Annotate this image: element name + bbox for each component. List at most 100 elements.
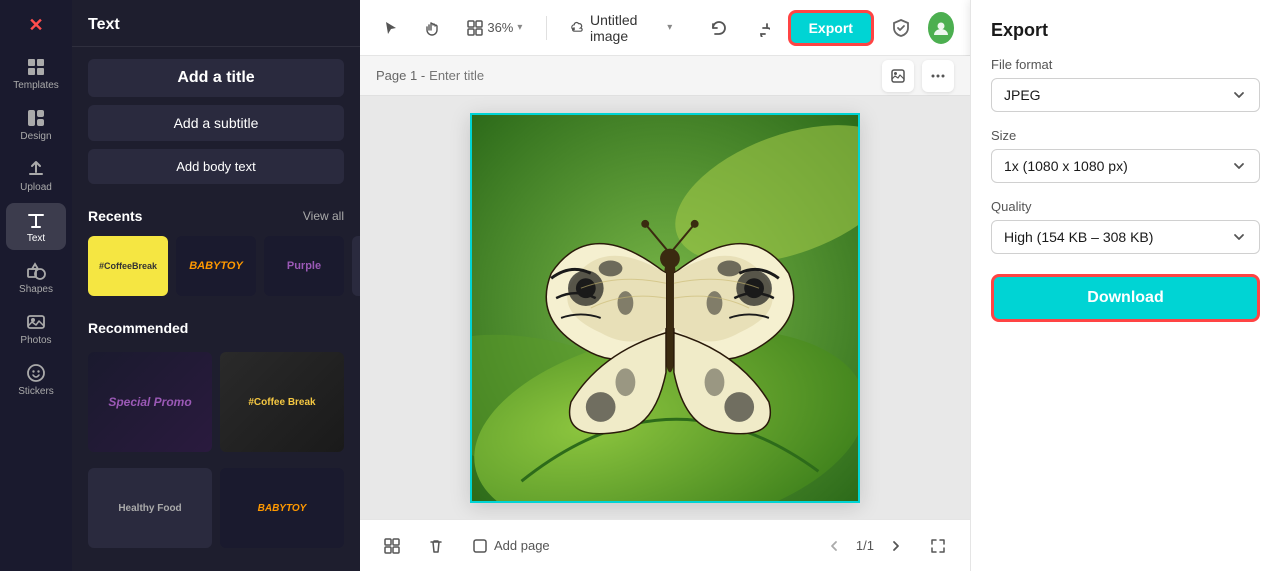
divider-1 [546, 16, 547, 40]
sidebar-item-shapes[interactable]: Shapes [6, 254, 66, 301]
page-count: 1/1 [856, 538, 874, 553]
recommended-item-special-promo[interactable]: Special Promo [88, 352, 212, 452]
text-buttons-container: Add a title Add a subtitle Add body text [72, 47, 360, 196]
prev-page-button[interactable] [820, 532, 848, 560]
quality-label: Quality [991, 199, 1260, 214]
sidebar-item-label: Shapes [19, 284, 53, 295]
size-group: Size 1x (1080 x 1080 px) [991, 128, 1260, 183]
top-bar: 36% ▾ Untitled image ▾ Export [360, 0, 970, 56]
sidebar-item-stickers[interactable]: Stickers [6, 356, 66, 403]
sidebar-item-upload[interactable]: Upload [6, 152, 66, 199]
export-panel: Export File format JPEG Size 1x (1080 x … [970, 0, 1280, 571]
sidebar-item-templates[interactable]: Templates [6, 50, 66, 97]
photos-icon [25, 311, 47, 333]
rec-label-2: #Coffee Break [248, 397, 315, 408]
page-title-input[interactable] [429, 68, 605, 83]
project-name-label: Untitled image [590, 12, 661, 44]
panel-header: Text [72, 0, 360, 47]
file-format-select[interactable]: JPEG [991, 78, 1260, 112]
file-format-group: File format JPEG [991, 57, 1260, 112]
sidebar-item-photos[interactable]: Photos [6, 305, 66, 352]
quality-value: High (154 KB – 308 KB) [1004, 229, 1153, 245]
recent-item-coffee[interactable]: #CoffeeBreak [88, 236, 168, 296]
stickers-icon [25, 362, 47, 384]
file-format-value: JPEG [1004, 87, 1041, 103]
add-body-button[interactable]: Add body text [88, 149, 344, 184]
canvas-frame[interactable] [470, 113, 860, 503]
recents-next-arrow[interactable]: › [352, 236, 360, 296]
hand-icon [424, 19, 442, 37]
view-all-button[interactable]: View all [303, 209, 344, 223]
add-page-button[interactable]: Add page [464, 534, 558, 558]
expand-icon [929, 537, 947, 555]
user-avatar-icon [931, 18, 951, 38]
sidebar-item-label: Design [20, 131, 51, 142]
recommended-section-header: Recommended [72, 308, 360, 344]
rec-label-3: Healthy Food [118, 503, 181, 514]
recent-label-1: #CoffeeBreak [99, 261, 157, 271]
grid-view-button[interactable] [376, 530, 408, 562]
icon-bar: ✕ Templates Design Uplo [0, 0, 72, 571]
sidebar-item-label: Stickers [18, 386, 54, 397]
bottom-bar: Add page 1/1 [360, 519, 970, 571]
export-button[interactable]: Export [788, 10, 874, 46]
cursor-icon [382, 19, 400, 37]
expand-button[interactable] [922, 530, 954, 562]
logo-icon: ✕ [25, 14, 47, 36]
hand-tool-button[interactable] [418, 10, 448, 46]
page-icon [472, 538, 488, 554]
image-icon [890, 68, 906, 84]
redo-button[interactable] [746, 10, 776, 46]
recommended-item-coffee-break[interactable]: #Coffee Break [220, 352, 344, 452]
image-tool-button[interactable] [882, 60, 914, 92]
select-tool-button[interactable] [376, 10, 406, 46]
zoom-button[interactable]: 36% ▾ [459, 16, 530, 40]
grid-icon [25, 56, 47, 78]
canvas-scroll[interactable] [360, 96, 970, 519]
more-icon [930, 68, 946, 84]
add-title-button[interactable]: Add a title [88, 59, 344, 97]
canvas-area: Page 1 - [360, 56, 970, 571]
redo-icon [752, 19, 770, 37]
undo-button[interactable] [704, 10, 734, 46]
avatar[interactable] [928, 12, 954, 44]
chevron-down-icon [1231, 158, 1247, 174]
add-subtitle-button[interactable]: Add a subtitle [88, 105, 344, 141]
recents-label: Recents [88, 208, 142, 224]
page-nav: 1/1 [820, 532, 910, 560]
rec-label-1: Special Promo [108, 395, 191, 409]
upload-icon [25, 158, 47, 180]
size-select[interactable]: 1x (1080 x 1080 px) [991, 149, 1260, 183]
recommended-grid: Special Promo #Coffee Break [72, 352, 360, 452]
recommended-item-3[interactable]: Healthy Food [88, 468, 212, 548]
download-button[interactable]: Download [991, 274, 1260, 322]
undo-icon [710, 19, 728, 37]
recommended-item-4[interactable]: BABYTOY [220, 468, 344, 548]
recent-thumb-2: BABYTOY [176, 236, 256, 296]
recent-item-purple[interactable]: Purple [264, 236, 344, 296]
recent-label-2: BABYTOY [189, 260, 243, 272]
sidebar-item-design[interactable]: Design [6, 101, 66, 148]
chevron-right-icon [889, 539, 903, 553]
recommended-label: Recommended [88, 320, 188, 336]
left-panel: Text Add a title Add a subtitle Add body… [72, 0, 360, 571]
next-page-button[interactable] [882, 532, 910, 560]
sidebar-item-text[interactable]: Text [6, 203, 66, 250]
sidebar-item-label: Templates [13, 80, 59, 91]
main-area: 36% ▾ Untitled image ▾ Export [360, 0, 970, 571]
page-label-text: Page 1 - [376, 68, 425, 83]
logo-button[interactable]: ✕ [6, 8, 66, 42]
delete-page-button[interactable] [420, 530, 452, 562]
recent-label-3: Purple [287, 260, 321, 272]
size-label: Size [991, 128, 1260, 143]
more-options-button[interactable] [922, 60, 954, 92]
shield-button[interactable] [886, 10, 916, 46]
cloud-icon [571, 20, 584, 36]
project-caret-icon: ▾ [667, 22, 672, 33]
recent-item-babytoy[interactable]: BABYTOY [176, 236, 256, 296]
trash-icon [427, 537, 445, 555]
quality-select[interactable]: High (154 KB – 308 KB) [991, 220, 1260, 254]
thumbnail-grid-icon [383, 537, 401, 555]
recents-grid: #CoffeeBreak BABYTOY Purple › [72, 232, 360, 308]
project-name-button[interactable]: Untitled image ▾ [563, 8, 680, 48]
